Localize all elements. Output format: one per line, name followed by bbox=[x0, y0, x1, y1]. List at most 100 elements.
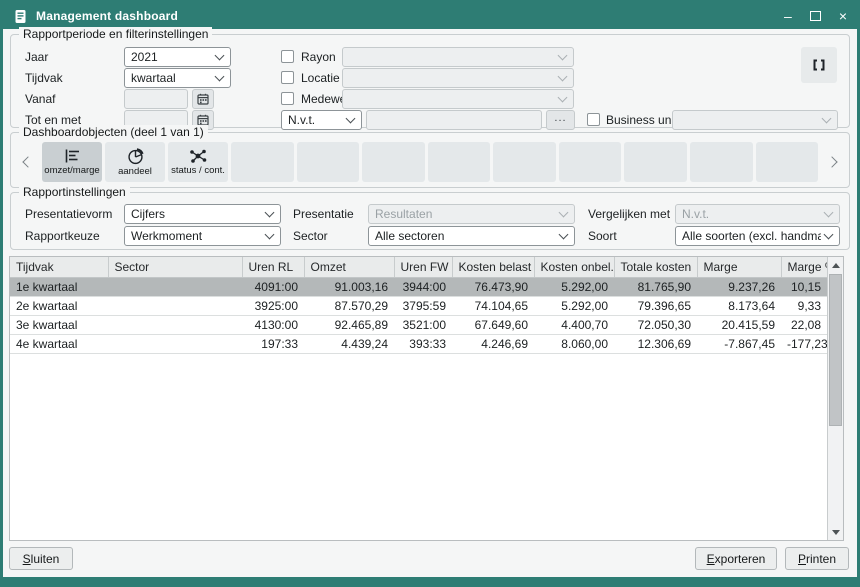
dashboard-toolbar: omzet/marge aandeel bbox=[17, 142, 843, 182]
table-row[interactable]: 3e kwartaal4130:0092.465,893521:0067.649… bbox=[10, 315, 827, 334]
table-cell: 67.649,60 bbox=[452, 315, 534, 334]
chevron-down-icon bbox=[558, 72, 568, 82]
exporteren-button[interactable]: Exporteren bbox=[695, 547, 777, 570]
medewerker-checkbox[interactable] bbox=[281, 92, 294, 105]
vanaf-calendar-button[interactable] bbox=[192, 89, 214, 109]
column-header[interactable]: Sector bbox=[108, 257, 242, 277]
jaar-select[interactable]: 2021 bbox=[124, 47, 231, 67]
column-header[interactable]: Marge % bbox=[781, 257, 827, 277]
chevron-left-icon bbox=[22, 156, 33, 167]
dashboard-slot-empty[interactable] bbox=[428, 142, 491, 182]
table-body: 1e kwartaal4091:0091.003,163944:0076.473… bbox=[10, 277, 827, 353]
table-cell: 12.306,69 bbox=[614, 334, 697, 353]
printen-button-label: Printen bbox=[798, 552, 836, 566]
dashboard-slot-empty[interactable] bbox=[690, 142, 753, 182]
nvt-select[interactable]: N.v.t. bbox=[281, 110, 362, 130]
maximize-button[interactable] bbox=[810, 9, 821, 23]
table-row[interactable]: 2e kwartaal3925:0087.570,293795:5974.104… bbox=[10, 296, 827, 315]
column-header[interactable]: Kosten belast bbox=[452, 257, 534, 277]
vergelijken-met-label: Vergelijken met bbox=[588, 207, 670, 221]
app-icon bbox=[13, 9, 28, 24]
chevron-down-icon bbox=[215, 72, 225, 82]
nvt-filter-input bbox=[366, 110, 542, 130]
fullscreen-icon bbox=[811, 57, 827, 73]
dashboard-slot-empty[interactable] bbox=[756, 142, 819, 182]
dashboard-button-omzet-marge[interactable]: omzet/marge bbox=[42, 142, 102, 182]
column-header[interactable]: Uren FW bbox=[394, 257, 452, 277]
table-cell: -177,23 bbox=[781, 334, 827, 353]
column-header[interactable]: Omzet bbox=[304, 257, 394, 277]
dashboard-slot-empty[interactable] bbox=[559, 142, 622, 182]
table-cell: 74.104,65 bbox=[452, 296, 534, 315]
locatie-label: Locatie bbox=[301, 71, 340, 85]
locatie-checkbox[interactable] bbox=[281, 71, 294, 84]
toolbar-scroll-right-button[interactable] bbox=[821, 142, 843, 182]
close-button[interactable]: × bbox=[839, 9, 847, 23]
soort-select[interactable]: Alle soorten (excl. handmatig bbox=[675, 226, 840, 246]
triangle-up-icon bbox=[832, 263, 840, 268]
sluiten-button[interactable]: Sluiten bbox=[9, 547, 73, 570]
table-cell: 3e kwartaal bbox=[10, 315, 108, 334]
scroll-down-button[interactable] bbox=[828, 524, 843, 540]
presentatievorm-select[interactable]: Cijfers bbox=[124, 204, 281, 224]
dashboard-slot-empty[interactable] bbox=[624, 142, 687, 182]
tijdvak-value: kwartaal bbox=[131, 71, 176, 85]
column-header[interactable]: Tijdvak bbox=[10, 257, 108, 277]
chevron-down-icon bbox=[822, 114, 832, 124]
fullscreen-button[interactable] bbox=[801, 47, 837, 83]
column-header[interactable]: Totale kosten bbox=[614, 257, 697, 277]
table-cell: 4.400,70 bbox=[534, 315, 614, 334]
business-unit-label: Business unit bbox=[606, 113, 677, 127]
group-rapportperiode: Rapportperiode en filterinstellingen Jaa… bbox=[10, 34, 850, 128]
sector-value: Alle sectoren bbox=[375, 229, 444, 243]
medewerker-select bbox=[342, 89, 574, 109]
column-header[interactable]: Kosten onbel. bbox=[534, 257, 614, 277]
nvt-browse-button[interactable]: ... bbox=[546, 110, 575, 130]
rayon-label: Rayon bbox=[301, 50, 336, 64]
column-header[interactable]: Uren RL bbox=[242, 257, 304, 277]
table-cell: 8.060,00 bbox=[534, 334, 614, 353]
minimize-button[interactable]: – bbox=[784, 9, 792, 23]
sluiten-button-label: Sluiten bbox=[23, 552, 60, 566]
dashboard-button-status-cont[interactable]: status / cont. bbox=[168, 142, 228, 182]
business-unit-checkbox[interactable] bbox=[587, 113, 600, 126]
sector-select[interactable]: Alle sectoren bbox=[368, 226, 575, 246]
table-cell: 20.415,59 bbox=[697, 315, 781, 334]
presentatie-value: Resultaten bbox=[375, 207, 432, 221]
table-cell: 9.237,26 bbox=[697, 277, 781, 296]
toolbar-scroll-left-button[interactable] bbox=[17, 142, 39, 182]
tijdvak-select[interactable]: kwartaal bbox=[124, 68, 231, 88]
dashboard-slot-empty[interactable] bbox=[493, 142, 556, 182]
dashboard-slot-empty[interactable] bbox=[297, 142, 360, 182]
dashboard-button-aandeel[interactable]: aandeel bbox=[105, 142, 165, 182]
vertical-scrollbar[interactable] bbox=[827, 257, 843, 540]
results-table: TijdvakSectorUren RLOmzetUren FWKosten b… bbox=[9, 256, 844, 541]
chevron-down-icon bbox=[346, 114, 356, 124]
soort-label: Soort bbox=[588, 229, 617, 243]
column-header[interactable]: Marge bbox=[697, 257, 781, 277]
chevron-down-icon bbox=[559, 208, 569, 218]
chevron-down-icon bbox=[215, 51, 225, 61]
bar-chart-icon bbox=[62, 148, 82, 164]
scroll-up-button[interactable] bbox=[828, 257, 843, 273]
rapportkeuze-select[interactable]: Werkmoment bbox=[124, 226, 281, 246]
scrollbar-thumb[interactable] bbox=[829, 274, 842, 426]
dashboard-slot-empty[interactable] bbox=[362, 142, 425, 182]
vergelijken-met-select: N.v.t. bbox=[675, 204, 840, 224]
dialog-body: Rapportperiode en filterinstellingen Jaa… bbox=[3, 29, 857, 577]
table-cell: 5.292,00 bbox=[534, 277, 614, 296]
dashboard-slot-empty[interactable] bbox=[231, 142, 294, 182]
results-grid: TijdvakSectorUren RLOmzetUren FWKosten b… bbox=[10, 257, 827, 354]
table-cell: 5.292,00 bbox=[534, 296, 614, 315]
table-row[interactable]: 4e kwartaal197:334.439,24393:334.246,698… bbox=[10, 334, 827, 353]
rayon-checkbox[interactable] bbox=[281, 50, 294, 63]
table-cell bbox=[108, 315, 242, 334]
group-rapportinstellingen: Rapportinstellingen Presentatievorm Cijf… bbox=[10, 192, 850, 250]
table-cell bbox=[108, 277, 242, 296]
table-cell: 8.173,64 bbox=[697, 296, 781, 315]
table-header-row: TijdvakSectorUren RLOmzetUren FWKosten b… bbox=[10, 257, 827, 277]
printen-button[interactable]: Printen bbox=[785, 547, 849, 570]
table-row[interactable]: 1e kwartaal4091:0091.003,163944:0076.473… bbox=[10, 277, 827, 296]
table-cell bbox=[108, 296, 242, 315]
chevron-right-icon bbox=[826, 156, 837, 167]
